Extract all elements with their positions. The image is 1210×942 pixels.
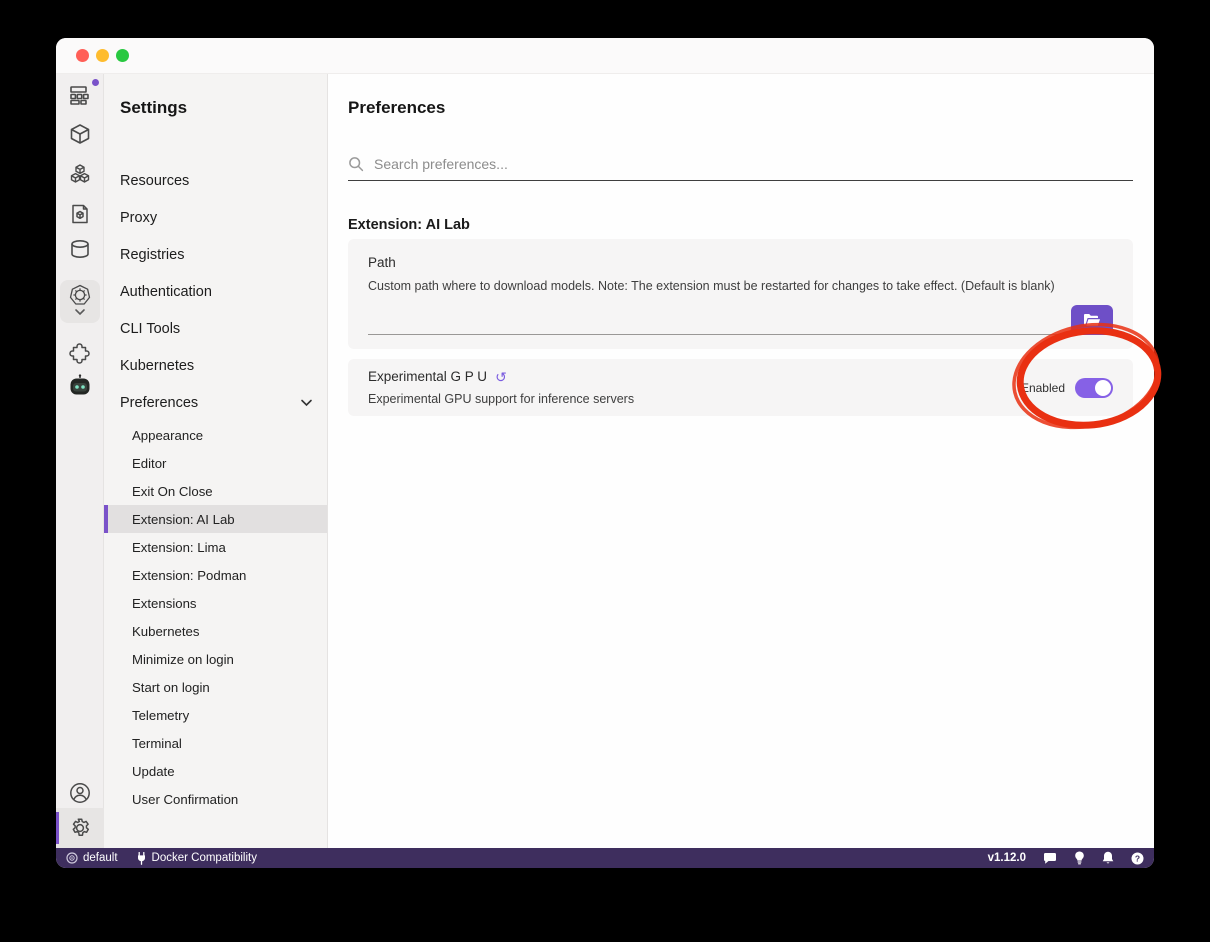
nav-sub-item-update[interactable]: Update (104, 757, 327, 785)
nav-sub-item-minimize-on-login[interactable]: Minimize on login (104, 645, 327, 673)
browse-folder-button[interactable] (1071, 305, 1113, 335)
settings-nav-title: Settings (104, 74, 327, 118)
path-setting-description: Custom path where to download models. No… (368, 279, 1113, 293)
section-title: Extension: AI Lab (348, 217, 1133, 233)
help-question-icon[interactable]: ? (1131, 852, 1144, 865)
app-window: Settings Resources Proxy Registries Auth… (56, 38, 1154, 868)
nav-sub-item-extension-ai-lab[interactable]: Extension: AI Lab (104, 505, 327, 533)
path-setting-label: Path (368, 255, 1113, 270)
page-title: Preferences (348, 98, 1133, 118)
volumes-icon[interactable] (67, 238, 93, 260)
nav-sub-item-start-on-login[interactable]: Start on login (104, 673, 327, 701)
reset-to-default-icon[interactable]: ↺ (495, 370, 507, 384)
ai-lab-robot-icon[interactable] (67, 374, 93, 396)
nav-sub-item-editor[interactable]: Editor (104, 449, 327, 477)
gpu-setting-label: Experimental G P U (368, 369, 487, 384)
open-folder-icon (1083, 313, 1101, 327)
nav-item-preferences[interactable]: Preferences (104, 384, 327, 421)
toggle-state-label: Enabled (1021, 381, 1065, 395)
icon-rail (56, 74, 104, 848)
account-icon[interactable] (67, 782, 93, 804)
gpu-enabled-toggle[interactable] (1075, 378, 1113, 398)
settings-gear-icon[interactable] (56, 808, 104, 848)
nav-sub-item-telemetry[interactable]: Telemetry (104, 701, 327, 729)
pods-icon[interactable] (67, 163, 93, 185)
nav-sub-item-extensions[interactable]: Extensions (104, 589, 327, 617)
nav-sub-item-appearance[interactable]: Appearance (104, 421, 327, 449)
svg-text:?: ? (1135, 853, 1140, 863)
containers-icon[interactable] (67, 123, 93, 145)
status-bar: default Docker Compatibility v1.12.0 (56, 848, 1154, 868)
nav-item-cli-tools[interactable]: CLI Tools (104, 310, 327, 347)
nav-item-authentication[interactable]: Authentication (104, 273, 327, 310)
settings-nav: Settings Resources Proxy Registries Auth… (104, 74, 328, 848)
gpu-setting-description: Experimental GPU support for inference s… (368, 392, 634, 406)
kubernetes-rail-selection (60, 280, 100, 323)
minimize-window-button[interactable] (96, 49, 109, 62)
extensions-puzzle-icon[interactable] (67, 342, 93, 364)
nav-sub-item-extension-lima[interactable]: Extension: Lima (104, 533, 327, 561)
search-input[interactable] (374, 156, 1133, 172)
plug-icon (136, 852, 147, 865)
nav-sub-item-kubernetes[interactable]: Kubernetes (104, 617, 327, 645)
nav-item-proxy[interactable]: Proxy (104, 199, 327, 236)
preferences-page: Preferences Extension: AI Lab Path Custo… (328, 74, 1154, 848)
docker-compatibility-item[interactable]: Docker Compatibility (136, 852, 257, 865)
chevron-down-icon (300, 399, 313, 407)
search-bar (348, 156, 1133, 181)
nav-sub-item-exit-on-close[interactable]: Exit On Close (104, 477, 327, 505)
dashboard-icon[interactable] (67, 84, 93, 106)
podman-machine-icon (66, 852, 78, 864)
close-window-button[interactable] (76, 49, 89, 62)
search-icon (348, 156, 364, 172)
nav-item-kubernetes[interactable]: Kubernetes (104, 347, 327, 384)
machine-name: default (83, 852, 118, 864)
screen: Settings Resources Proxy Registries Auth… (0, 0, 1210, 942)
zoom-window-button[interactable] (116, 49, 129, 62)
nav-item-resources[interactable]: Resources (104, 162, 327, 199)
titlebar (56, 38, 1154, 74)
toggle-knob (1095, 380, 1111, 396)
lightbulb-icon[interactable] (1074, 851, 1085, 865)
feedback-bubble-icon[interactable] (1043, 852, 1057, 865)
nav-sub-item-extension-podman[interactable]: Extension: Podman (104, 561, 327, 589)
nav-sub-item-terminal[interactable]: Terminal (104, 729, 327, 757)
docker-compatibility-label: Docker Compatibility (152, 852, 257, 864)
images-icon[interactable] (67, 203, 93, 225)
gpu-setting-card: Experimental G P U ↺ Experimental GPU su… (348, 359, 1133, 416)
path-setting-card: Path Custom path where to download model… (348, 239, 1133, 349)
kubernetes-chevron-down-icon[interactable] (74, 308, 86, 316)
machine-status-item[interactable]: default (66, 852, 118, 864)
kubernetes-icon[interactable] (67, 284, 93, 306)
dashboard-notification-dot (92, 79, 99, 86)
nav-item-registries[interactable]: Registries (104, 236, 327, 273)
version-label: v1.12.0 (988, 852, 1026, 864)
nav-sub-item-user-confirmation[interactable]: User Confirmation (104, 785, 327, 813)
bell-icon[interactable] (1102, 851, 1114, 865)
settings-active-indicator (56, 812, 59, 844)
path-input[interactable] (368, 309, 1061, 335)
